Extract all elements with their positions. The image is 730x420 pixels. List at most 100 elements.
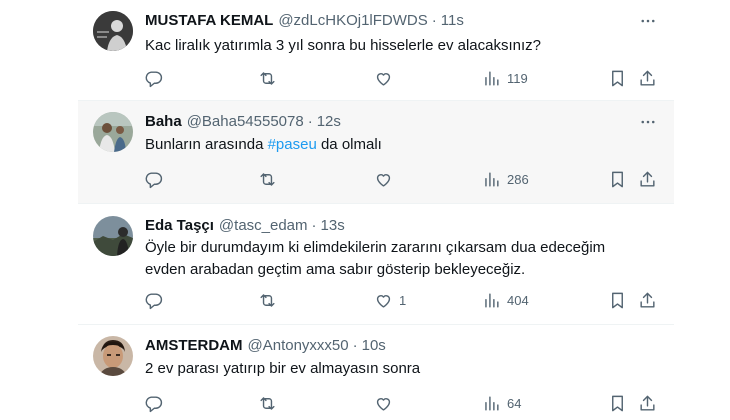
tweet-actions: 1 404: [138, 288, 674, 312]
tweet-header: MUSTAFA KEMAL @zdLcHKOj1lFDWDS · 11s: [145, 11, 464, 31]
tweet[interactable]: MUSTAFA KEMAL @zdLcHKOj1lFDWDS · 11s Kac…: [78, 0, 674, 100]
views-icon: [485, 292, 499, 308]
tweet-actions: 119: [138, 66, 674, 90]
reply-button[interactable]: [144, 391, 163, 415]
retweet-icon: [260, 172, 275, 186]
tweet-text: Bunların arasında #paseu da olmalı: [145, 135, 382, 155]
tweet[interactable]: AMSTERDAM @Antonyxxx50 · 10s 2 ev parası…: [78, 325, 674, 420]
reply-icon: [145, 395, 163, 412]
avatar-image: [93, 112, 133, 152]
avatar[interactable]: [93, 112, 133, 152]
separator-dot: ·: [431, 12, 437, 29]
bookmark-button[interactable]: [608, 391, 627, 415]
tweet-actions: 286: [138, 167, 674, 191]
avatar-image: [93, 336, 133, 376]
avatar[interactable]: [93, 336, 133, 376]
share-icon: [640, 292, 655, 308]
timestamp[interactable]: 13s: [321, 216, 345, 236]
views-button[interactable]: 64: [482, 391, 521, 415]
retweet-icon: [260, 293, 275, 307]
reply-button[interactable]: [144, 288, 163, 312]
tweet-text-part: Bunların arasında: [145, 136, 268, 153]
author-handle[interactable]: @zdLcHKOj1lFDWDS: [278, 11, 427, 31]
avatar[interactable]: [93, 11, 133, 51]
share-button[interactable]: [638, 288, 657, 312]
author-name[interactable]: Baha: [145, 112, 182, 132]
tweet-text: 2 ev parası yatırıp bir ev almayasın son…: [145, 360, 421, 377]
bookmark-icon: [612, 70, 623, 86]
like-count: 1: [399, 292, 407, 308]
share-button[interactable]: [638, 66, 657, 90]
more-icon[interactable]: [638, 112, 658, 132]
author-handle[interactable]: @Baha54555078: [187, 112, 304, 132]
share-icon: [640, 171, 655, 187]
share-icon: [640, 70, 655, 86]
like-button[interactable]: 1: [374, 288, 406, 312]
views-count: 286: [507, 171, 529, 187]
retweet-button[interactable]: [258, 391, 277, 415]
timestamp[interactable]: 12s: [317, 112, 341, 132]
author-name[interactable]: AMSTERDAM: [145, 336, 243, 356]
like-button[interactable]: [374, 391, 399, 415]
hashtag-link[interactable]: #paseu: [268, 136, 317, 153]
reply-icon: [145, 70, 163, 87]
bookmark-icon: [612, 171, 623, 187]
like-icon: [376, 397, 391, 411]
retweet-icon: [260, 396, 275, 410]
views-icon: [485, 171, 499, 187]
reply-icon: [145, 171, 163, 188]
author-handle[interactable]: @tasc_edam: [219, 216, 308, 236]
share-icon: [640, 395, 655, 411]
bookmark-button[interactable]: [608, 66, 627, 90]
author-name[interactable]: MUSTAFA KEMAL: [145, 11, 273, 31]
author-name[interactable]: Eda Taşçı: [145, 216, 214, 236]
reply-button[interactable]: [144, 66, 163, 90]
tweet-text-part: da olmalı: [316, 136, 382, 153]
share-button[interactable]: [638, 167, 657, 191]
reply-icon: [145, 292, 163, 309]
tweet-text-line-1: Öyle bir durumdayım ki elimdekilerin zar…: [145, 239, 606, 256]
views-icon: [485, 70, 499, 86]
tweet[interactable]: Baha @Baha54555078 · 12s Bunların arasın…: [78, 101, 674, 203]
views-count: 404: [507, 292, 529, 308]
like-button[interactable]: [374, 167, 399, 191]
tweet-actions: 64: [138, 391, 674, 415]
views-button[interactable]: 286: [482, 167, 529, 191]
timestamp[interactable]: 10s: [362, 336, 386, 356]
more-icon[interactable]: [638, 11, 658, 31]
separator-dot: ·: [352, 337, 358, 354]
views-icon: [485, 395, 499, 411]
retweet-icon: [260, 71, 275, 85]
reply-button[interactable]: [144, 167, 163, 191]
tweet-text: Kac liralık yatırımla 3 yıl sonra bu his…: [145, 37, 541, 54]
bookmark-button[interactable]: [608, 167, 627, 191]
separator-dot: ·: [311, 217, 317, 234]
bookmark-icon: [612, 292, 623, 308]
tweet-text-line-2: evden arabadan geçtim ama sabır gösterip…: [145, 261, 526, 278]
tweet-header: AMSTERDAM @Antonyxxx50 · 10s: [145, 336, 386, 356]
share-button[interactable]: [638, 391, 657, 415]
views-count: 119: [507, 70, 528, 86]
like-button[interactable]: [374, 66, 399, 90]
views-button[interactable]: 404: [482, 288, 529, 312]
avatar-image: [93, 11, 133, 51]
author-handle[interactable]: @Antonyxxx50: [248, 336, 349, 356]
avatar-image: [93, 216, 133, 256]
timestamp[interactable]: 11s: [441, 11, 464, 31]
views-count: 64: [507, 395, 522, 411]
tweet-header: Eda Taşçı @tasc_edam · 13s: [145, 216, 345, 236]
retweet-button[interactable]: [258, 167, 277, 191]
bookmark-icon: [612, 395, 623, 411]
tweet-feed: MUSTAFA KEMAL @zdLcHKOj1lFDWDS · 11s Kac…: [0, 0, 730, 420]
bookmark-button[interactable]: [608, 288, 627, 312]
avatar[interactable]: [93, 216, 133, 256]
retweet-button[interactable]: [258, 66, 277, 90]
like-icon: [376, 173, 391, 187]
tweet[interactable]: Eda Taşçı @tasc_edam · 13s Öyle bir duru…: [78, 204, 674, 324]
like-icon: [376, 294, 391, 308]
tweet-header: Baha @Baha54555078 · 12s: [145, 112, 341, 132]
like-icon: [376, 72, 391, 86]
retweet-button[interactable]: [258, 288, 277, 312]
views-button[interactable]: 119: [482, 66, 528, 90]
separator-dot: ·: [307, 113, 313, 130]
